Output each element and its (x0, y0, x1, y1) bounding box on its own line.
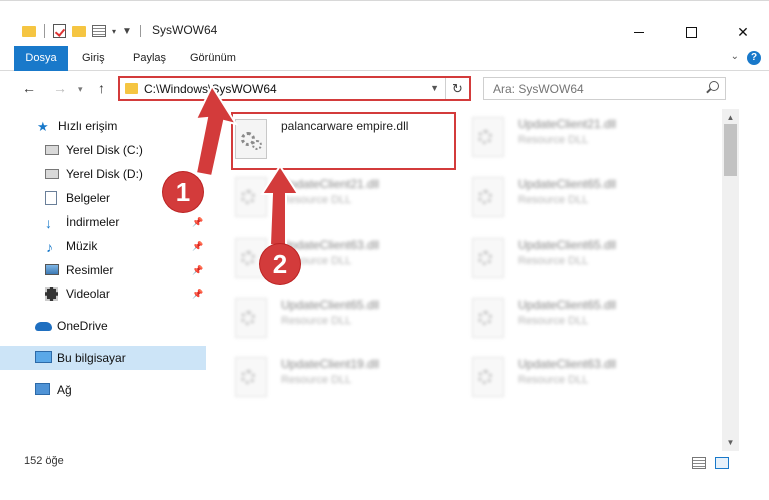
large-icons-view-icon[interactable] (715, 457, 729, 469)
status-bar: 152 öğe (0, 450, 769, 475)
callout-arrow-2 (260, 164, 300, 248)
item-count: 152 öğe (24, 455, 64, 467)
callout-arrow-1 (194, 83, 239, 178)
bottom-border (0, 475, 769, 500)
callout-arrows (194, 83, 300, 248)
details-view-icon[interactable] (692, 457, 706, 469)
callout-badge-1: 1 (163, 172, 203, 212)
callout-badge-2: 2 (260, 244, 300, 284)
